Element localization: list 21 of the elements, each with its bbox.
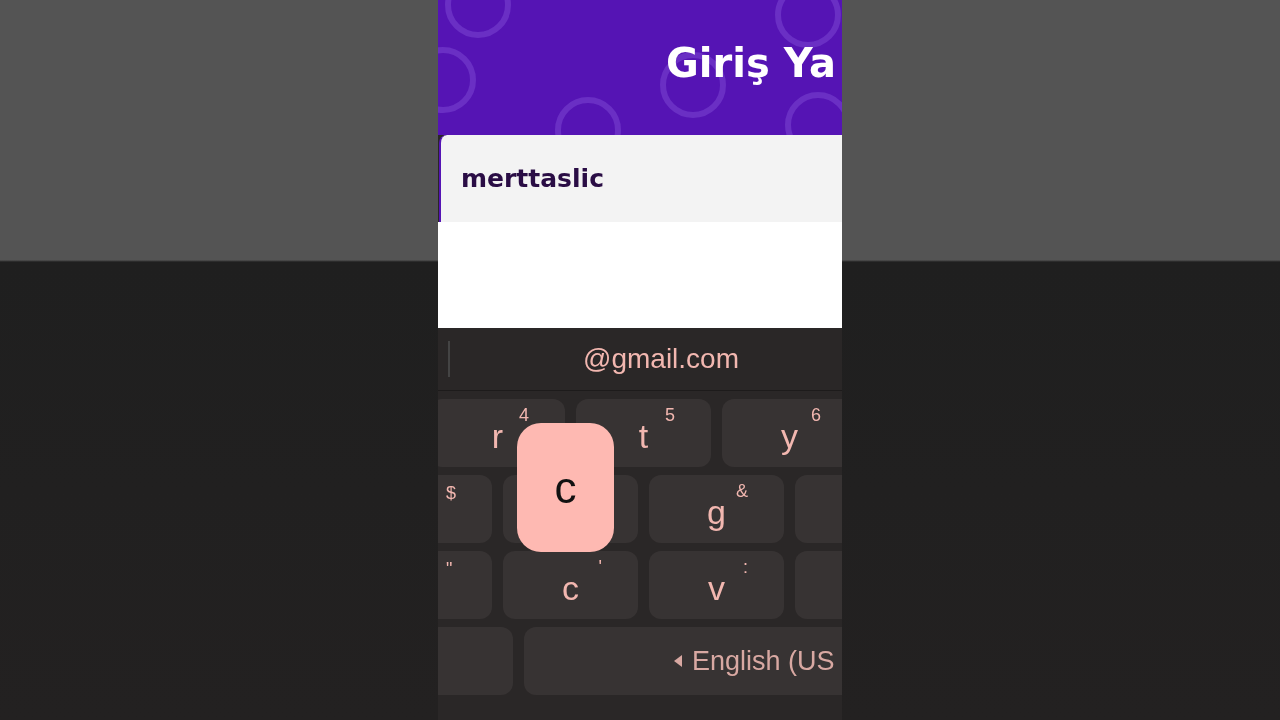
key-hint: & <box>736 481 748 502</box>
page-title: Giriş Ya <box>666 39 836 86</box>
space-key[interactable]: English (US <box>524 627 842 695</box>
key-preview-popup: c <box>517 423 614 552</box>
key-hint: 4 <box>519 405 529 426</box>
keyboard-key[interactable]: c ' <box>503 551 638 619</box>
keyboard-key[interactable]: $ <box>438 475 492 543</box>
key-hint: ' <box>598 557 602 578</box>
key-hint: $ <box>446 483 456 504</box>
left-arrow-icon <box>674 655 682 667</box>
keyboard-key[interactable]: y 6 <box>722 399 842 467</box>
language-label: English (US <box>692 645 835 677</box>
key-hint: : <box>743 557 748 578</box>
keyboard-key[interactable]: g & <box>649 475 784 543</box>
key-hint: " <box>446 559 453 580</box>
key-hint: 5 <box>665 405 675 426</box>
keyboard-key[interactable]: v : <box>649 551 784 619</box>
suggestion-chip[interactable]: @gmail.com <box>450 343 842 375</box>
key-hint: 6 <box>811 405 821 426</box>
username-field[interactable]: merttaslic <box>439 135 842 222</box>
keyboard-key[interactable]: " <box>438 551 492 619</box>
